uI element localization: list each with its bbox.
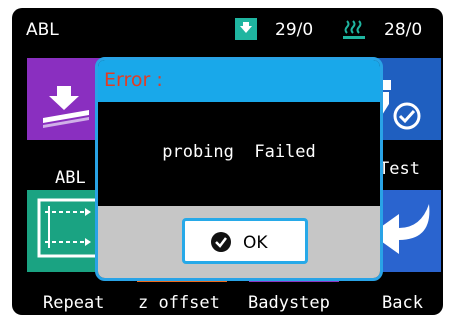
ok-button[interactable]: OK (182, 218, 308, 264)
bed-temp-icon (343, 20, 365, 39)
babystep-label: Badystep (248, 293, 330, 313)
status-bar: ABL 29/0 28/0 (12, 8, 443, 52)
bed-temperature: 28/0 (384, 20, 423, 40)
z-offset-label: z offset (138, 293, 220, 313)
test-label: Test (379, 159, 420, 179)
printer-screen: ABL 29/0 28/0 ABL Test Repeat z offset B… (12, 8, 443, 315)
abl-label: ABL (55, 168, 86, 188)
dialog-message: probing Failed (162, 142, 316, 162)
error-dialog: Error : probing Failed OK (95, 57, 383, 281)
dialog-title: Error : (104, 69, 163, 91)
check-circle-icon (211, 232, 231, 252)
repeat-label: Repeat (43, 293, 105, 313)
dialog-title-bar: Error : (98, 60, 380, 102)
screen-title: ABL (26, 20, 59, 40)
abl-icon (43, 86, 89, 128)
dialog-footer: OK (98, 206, 380, 278)
dialog-body: probing Failed (98, 102, 380, 206)
ok-label: OK (243, 233, 268, 253)
back-label: Back (382, 293, 423, 313)
nozzle-temp-icon (235, 18, 257, 40)
abl-tile[interactable]: ABL (27, 58, 105, 188)
nozzle-temperature: 29/0 (275, 20, 314, 40)
